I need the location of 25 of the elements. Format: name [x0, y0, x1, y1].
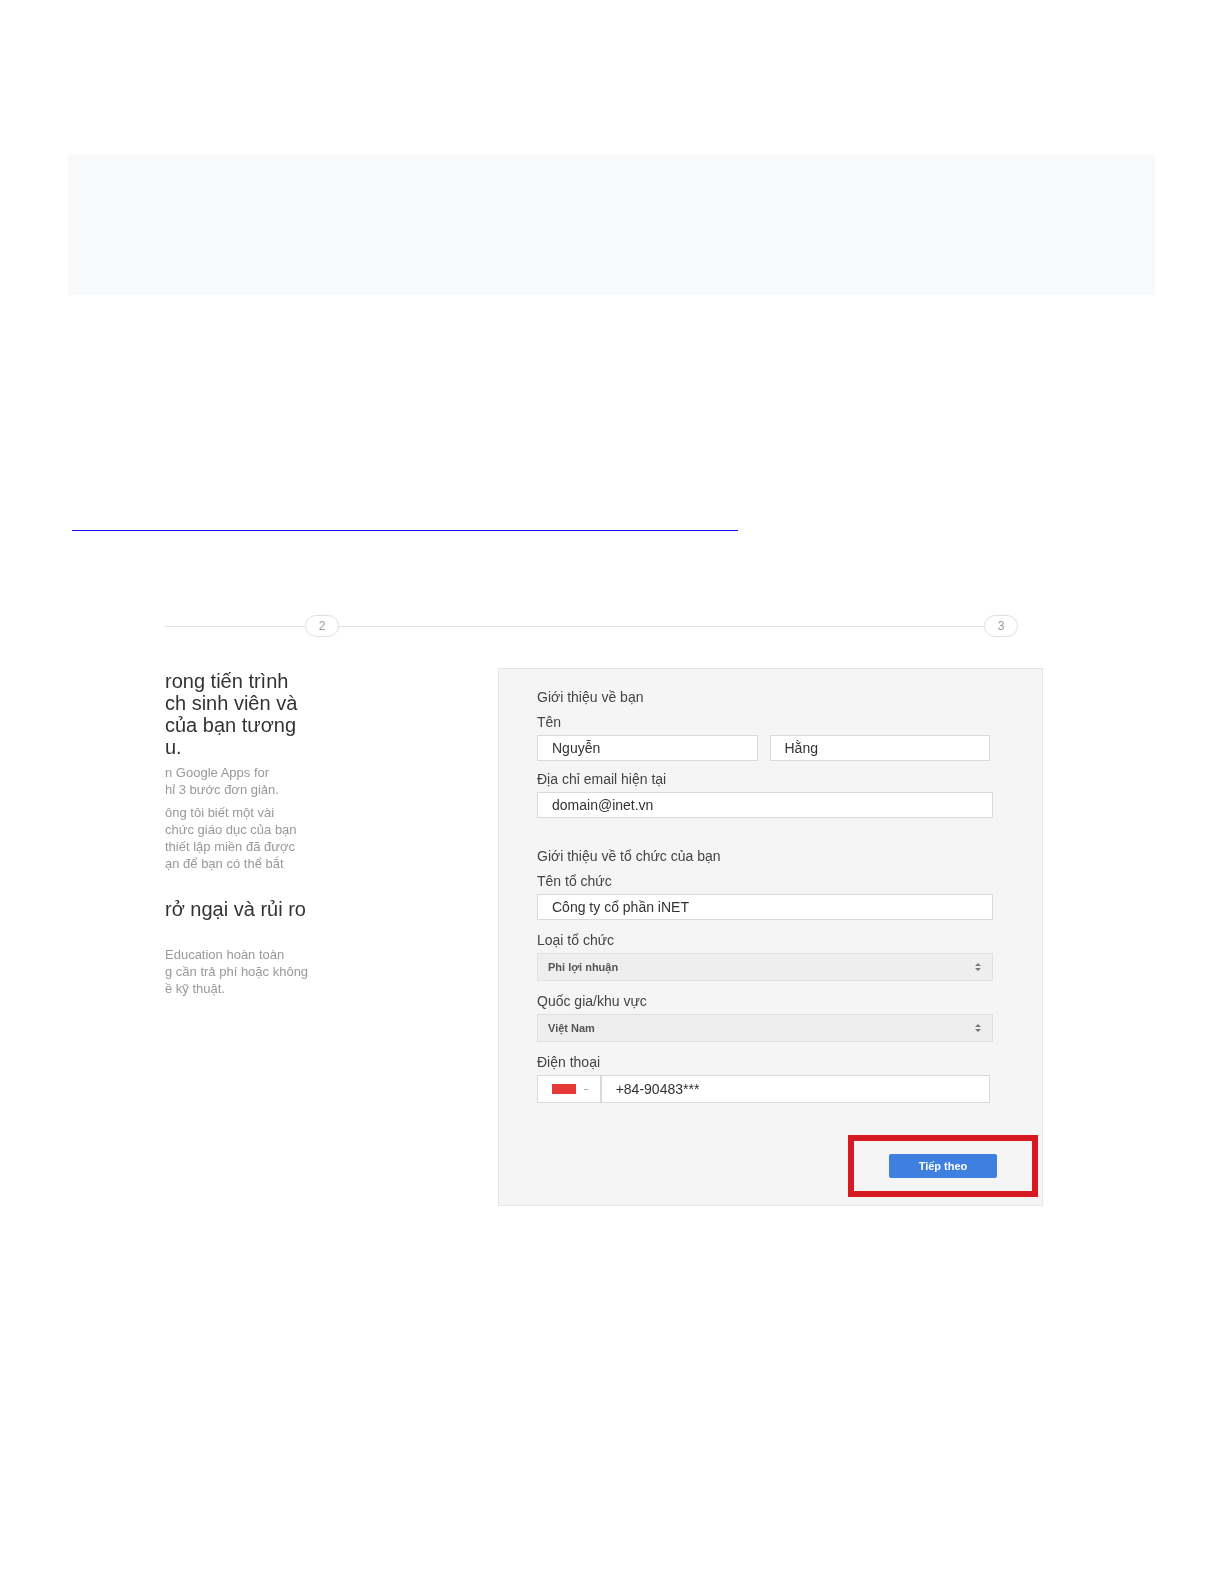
field-label: Loại tổ chức: [537, 931, 616, 950]
input-field[interactable]: domain@inet.vn: [537, 792, 993, 818]
field-label: Điện thoại: [537, 1053, 602, 1072]
section-heading: rở ngại và rủi ro: [165, 897, 307, 922]
input-field[interactable]: Hằng: [769, 735, 990, 761]
next-button[interactable]: Tiếp theo: [889, 1154, 997, 1178]
input-field[interactable]: +84-90483***: [600, 1075, 990, 1103]
dropdown-arrows-icon: [974, 962, 982, 972]
field-label: Quốc gia/khu vực: [537, 992, 648, 1011]
country-code-selector[interactable]: [537, 1075, 601, 1103]
dropdown[interactable]: Phi lợi nhuận: [537, 953, 993, 981]
field-label: Tên tổ chức: [537, 872, 613, 891]
flag-icon: [552, 1084, 576, 1094]
input-field[interactable]: Công ty cổ phần iNET: [537, 894, 993, 920]
intro-paragraph: ông tôi biết một vài chức giáo dục của bạn thiết lập miền đã được ạn để bạn có thể bắt: [165, 804, 298, 872]
field-label: Địa chỉ email hiện tại: [537, 770, 668, 789]
intro-heading: rong tiến trình ch sinh viên và của bạn tương u.: [165, 670, 299, 758]
section-title: Giới thiệu về tổ chức của bạn: [537, 847, 722, 866]
section-title: Giới thiệu về bạn: [537, 688, 645, 707]
input-field[interactable]: Nguyễn: [537, 735, 758, 761]
intro-paragraph: n Google Apps for hỉ 3 bước đơn giản.: [165, 764, 280, 798]
field-label: Tên: [537, 713, 563, 732]
dropdown-arrows-icon: [974, 1023, 982, 1033]
intro-paragraph: Education hoàn toàn g cần trả phí hoặc không ề kỹ thuật.: [165, 946, 310, 997]
dropdown[interactable]: Việt Nam: [537, 1014, 993, 1042]
